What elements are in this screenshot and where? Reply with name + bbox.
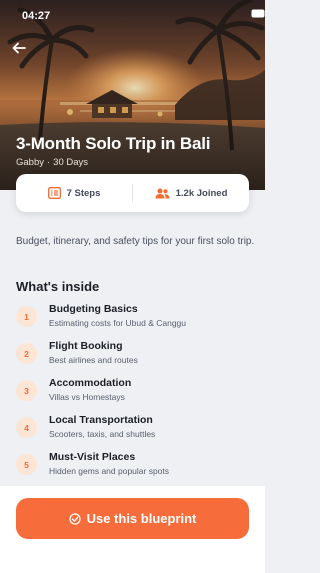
arrow-left-icon <box>12 42 26 54</box>
step-number-badge: 5 <box>16 454 37 475</box>
use-blueprint-label: Use this blueprint <box>86 511 197 526</box>
list-item[interactable]: 3 Accommodation Villas vs Homestays <box>16 377 256 413</box>
steps-stat: 7 Steps <box>16 187 132 199</box>
blueprint-detail-screen: 04:27 3-Month Solo Trip in Bali Gabby · … <box>0 0 265 573</box>
back-button[interactable] <box>12 41 36 65</box>
section-title: What's inside <box>16 279 100 294</box>
step-subtitle: Scooters, taxis, and shuttles <box>49 429 156 439</box>
author-name: Gabby <box>16 157 44 168</box>
list-item[interactable]: 5 Must-Visit Places Hidden gems and popu… <box>16 451 256 487</box>
check-circle-icon <box>68 512 81 525</box>
joined-label: 1.2k Joined <box>175 187 228 199</box>
joined-stat: 1.2k Joined <box>133 188 249 199</box>
step-title: Local Transportation <box>49 414 153 426</box>
step-subtitle: Best airlines and routes <box>49 355 138 365</box>
step-number-badge: 4 <box>16 417 37 438</box>
list-item[interactable]: 4 Local Transportation Scooters, taxis, … <box>16 414 256 450</box>
step-number-badge: 1 <box>16 306 37 327</box>
step-subtitle: Villas vs Homestays <box>49 392 125 402</box>
list-icon <box>47 187 61 199</box>
step-title: Accommodation <box>49 377 132 389</box>
step-subtitle: Estimating costs for Ubud & Canggu <box>49 318 187 328</box>
steps-label: 7 Steps <box>66 187 101 199</box>
trip-duration: 30 Days <box>53 157 89 168</box>
meta-separator: · <box>47 157 51 168</box>
step-title: Budgeting Basics <box>49 303 138 315</box>
step-title: Flight Booking <box>49 340 123 352</box>
trip-meta: Gabby · 30 Days <box>16 157 88 168</box>
page-title: 3-Month Solo Trip in Bali <box>16 134 211 153</box>
status-time: 04:27 <box>22 10 51 22</box>
description-text: Budget, itinerary, and safety tips for y… <box>16 236 255 247</box>
hero-image: 04:27 3-Month Solo Trip in Bali Gabby · … <box>0 0 265 190</box>
list-item[interactable]: 2 Flight Booking Best airlines and route… <box>16 340 256 376</box>
stats-card: 7 Steps 1.2k Joined <box>16 174 249 212</box>
step-subtitle: Hidden gems and popular spots <box>49 466 170 476</box>
list-item[interactable]: 1 Budgeting Basics Estimating costs for … <box>16 303 256 339</box>
step-title: Must-Visit Places <box>49 451 136 463</box>
step-number-badge: 2 <box>16 343 37 364</box>
bottom-action-bar: Use this blueprint <box>0 486 265 573</box>
battery-icon <box>251 9 265 18</box>
step-number-badge: 3 <box>16 380 37 401</box>
users-icon <box>155 188 170 198</box>
use-blueprint-button[interactable]: Use this blueprint <box>16 498 249 539</box>
